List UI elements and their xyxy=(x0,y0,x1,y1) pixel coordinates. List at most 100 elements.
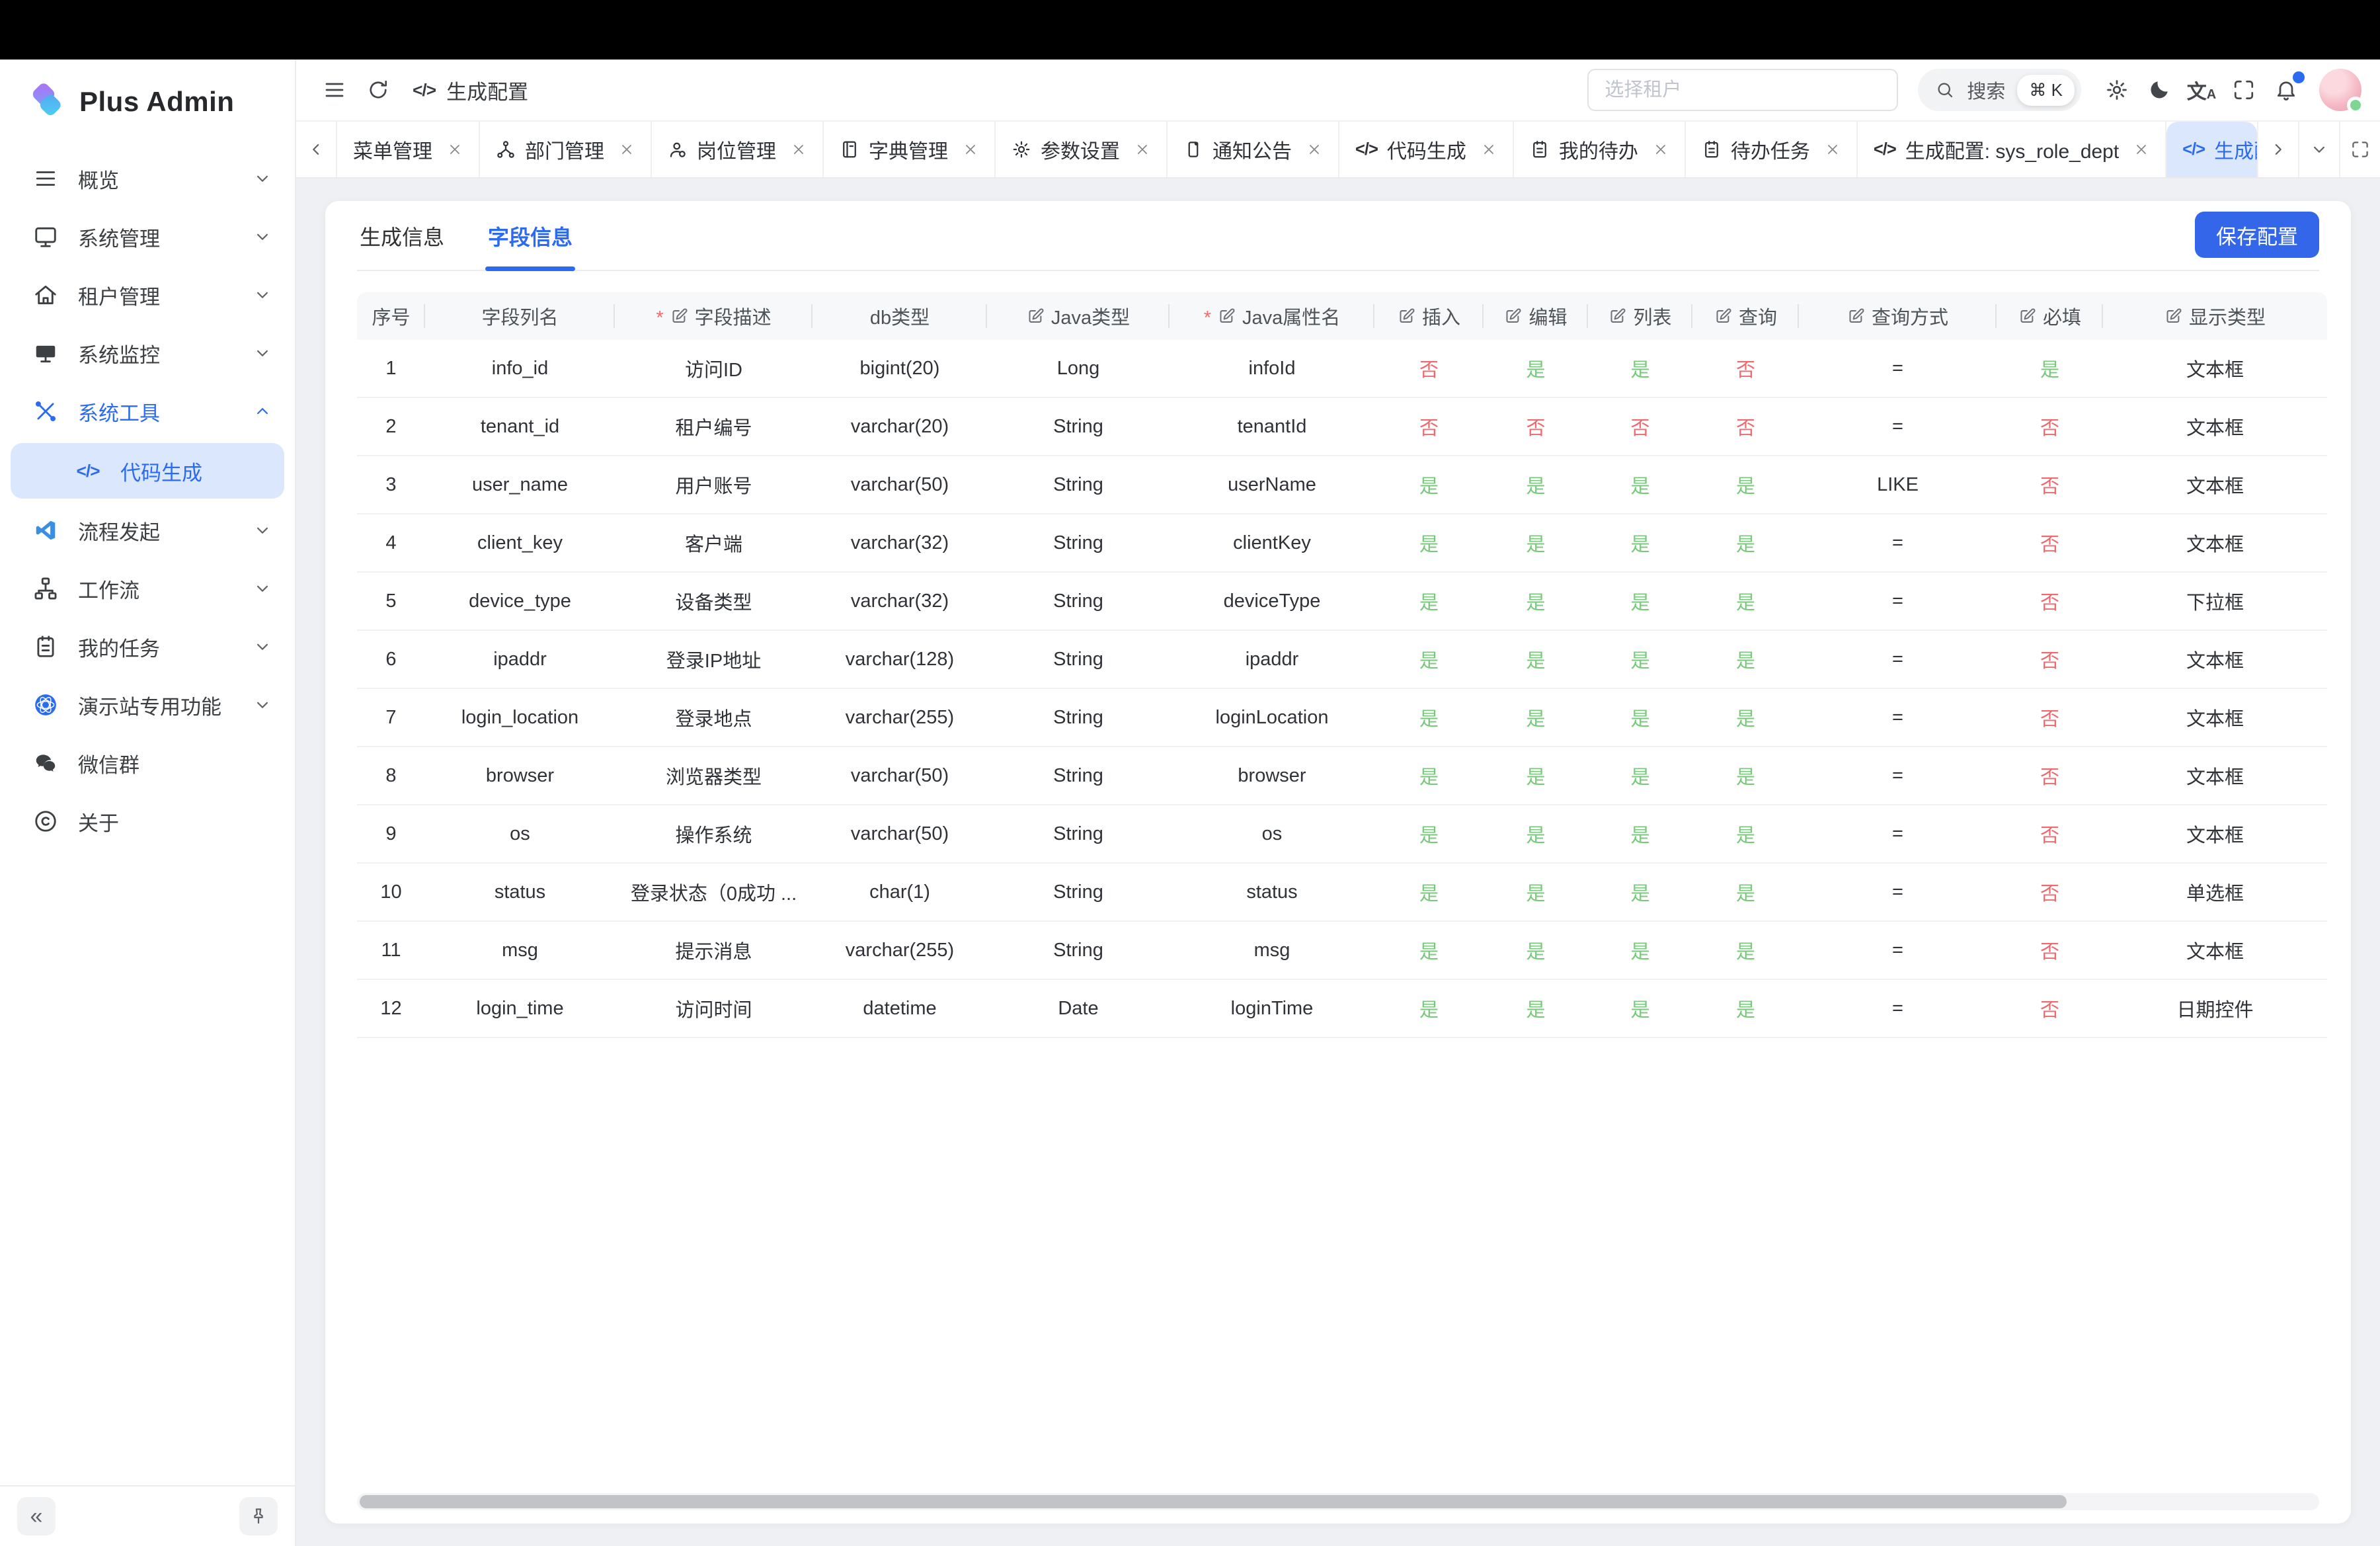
sidebar-item-4[interactable]: 系统工具 xyxy=(0,382,295,440)
cell-java_type-row-9[interactable]: String xyxy=(987,805,1170,864)
cell-list-row-4[interactable]: 是 xyxy=(1588,514,1692,573)
cell-query-row-5[interactable]: 是 xyxy=(1692,573,1799,631)
cell-required-row-10[interactable]: 否 xyxy=(1997,864,2103,922)
cell-java_field-row-5[interactable]: deviceType xyxy=(1170,573,1374,631)
cell-query_type-row-9[interactable]: = xyxy=(1799,805,1997,864)
cell-java_type-row-8[interactable]: String xyxy=(987,747,1170,805)
cell-query-row-12[interactable]: 是 xyxy=(1692,980,1799,1038)
cell-java_field-row-10[interactable]: status xyxy=(1170,864,1374,922)
page-tab-1[interactable]: 部门管理 xyxy=(480,122,652,177)
cell-display_type-row-12[interactable]: 日期控件 xyxy=(2103,980,2327,1038)
cell-java_type-row-4[interactable]: String xyxy=(987,514,1170,573)
cell-description-row-11[interactable]: 提示消息 xyxy=(615,922,813,980)
cell-description-row-2[interactable]: 租户编号 xyxy=(615,398,813,456)
cell-required-row-7[interactable]: 否 xyxy=(1997,689,2103,747)
cell-query_type-row-8[interactable]: = xyxy=(1799,747,1997,805)
cell-display_type-row-11[interactable]: 文本框 xyxy=(2103,922,2327,980)
cell-insert-row-9[interactable]: 是 xyxy=(1374,805,1484,864)
cell-java_field-row-4[interactable]: clientKey xyxy=(1170,514,1374,573)
cell-edit-row-12[interactable]: 是 xyxy=(1484,980,1588,1038)
tabs-scroll-right-button[interactable] xyxy=(2257,122,2298,177)
tabs-scroll-left-button[interactable] xyxy=(296,122,337,177)
column-header-description[interactable]: *字段描述 xyxy=(615,292,813,340)
cell-edit-row-11[interactable]: 是 xyxy=(1484,922,1588,980)
tabs-dropdown-button[interactable] xyxy=(2298,122,2339,177)
cell-java_type-row-7[interactable]: String xyxy=(987,689,1170,747)
cell-java_type-row-3[interactable]: String xyxy=(987,456,1170,514)
cell-display_type-row-2[interactable]: 文本框 xyxy=(2103,398,2327,456)
cell-edit-row-6[interactable]: 是 xyxy=(1484,631,1588,689)
cell-query-row-9[interactable]: 是 xyxy=(1692,805,1799,864)
page-tab-6[interactable]: </>代码生成 xyxy=(1339,122,1514,177)
cell-java_type-row-10[interactable]: String xyxy=(987,864,1170,922)
cell-insert-row-6[interactable]: 是 xyxy=(1374,631,1484,689)
cell-edit-row-8[interactable]: 是 xyxy=(1484,747,1588,805)
cell-java_field-row-8[interactable]: browser xyxy=(1170,747,1374,805)
cell-required-row-1[interactable]: 是 xyxy=(1997,340,2103,398)
cell-description-row-4[interactable]: 客户端 xyxy=(615,514,813,573)
cell-java_type-row-6[interactable]: String xyxy=(987,631,1170,689)
cell-description-row-5[interactable]: 设备类型 xyxy=(615,573,813,631)
cell-display_type-row-7[interactable]: 文本框 xyxy=(2103,689,2327,747)
cell-required-row-6[interactable]: 否 xyxy=(1997,631,2103,689)
cell-list-row-10[interactable]: 是 xyxy=(1588,864,1692,922)
cell-java_type-row-2[interactable]: String xyxy=(987,398,1170,456)
cell-list-row-9[interactable]: 是 xyxy=(1588,805,1692,864)
language-button[interactable]: 文A xyxy=(2183,71,2220,108)
cell-insert-row-7[interactable]: 是 xyxy=(1374,689,1484,747)
close-icon[interactable] xyxy=(1481,142,1497,157)
cell-description-row-10[interactable]: 登录状态（0成功 ... xyxy=(615,864,813,922)
cell-insert-row-3[interactable]: 是 xyxy=(1374,456,1484,514)
cell-java_field-row-6[interactable]: ipaddr xyxy=(1170,631,1374,689)
cell-insert-row-4[interactable]: 是 xyxy=(1374,514,1484,573)
cell-query-row-10[interactable]: 是 xyxy=(1692,864,1799,922)
sidebar-item-10[interactable]: 微信群 xyxy=(0,734,295,792)
cell-list-row-1[interactable]: 是 xyxy=(1588,340,1692,398)
cell-query-row-4[interactable]: 是 xyxy=(1692,514,1799,573)
cell-insert-row-11[interactable]: 是 xyxy=(1374,922,1484,980)
cell-list-row-3[interactable]: 是 xyxy=(1588,456,1692,514)
cell-insert-row-12[interactable]: 是 xyxy=(1374,980,1484,1038)
cell-query_type-row-5[interactable]: = xyxy=(1799,573,1997,631)
column-header-query_type[interactable]: 查询方式 xyxy=(1799,292,1997,340)
cell-edit-row-7[interactable]: 是 xyxy=(1484,689,1588,747)
close-icon[interactable] xyxy=(963,142,978,157)
cell-list-row-7[interactable]: 是 xyxy=(1588,689,1692,747)
close-icon[interactable] xyxy=(1653,142,1669,157)
cell-edit-row-3[interactable]: 是 xyxy=(1484,456,1588,514)
cell-java_field-row-3[interactable]: userName xyxy=(1170,456,1374,514)
cell-insert-row-1[interactable]: 否 xyxy=(1374,340,1484,398)
cell-edit-row-5[interactable]: 是 xyxy=(1484,573,1588,631)
cell-display_type-row-4[interactable]: 文本框 xyxy=(2103,514,2327,573)
cell-query_type-row-7[interactable]: = xyxy=(1799,689,1997,747)
close-icon[interactable] xyxy=(791,142,807,157)
cell-query-row-8[interactable]: 是 xyxy=(1692,747,1799,805)
cell-description-row-3[interactable]: 用户账号 xyxy=(615,456,813,514)
sidebar-toggle-button[interactable] xyxy=(316,71,353,108)
cell-edit-row-1[interactable]: 是 xyxy=(1484,340,1588,398)
cell-java_type-row-11[interactable]: String xyxy=(987,922,1170,980)
cell-query_type-row-6[interactable]: = xyxy=(1799,631,1997,689)
dark-mode-button[interactable] xyxy=(2141,71,2178,108)
column-header-java_type[interactable]: Java类型 xyxy=(987,292,1170,340)
cell-query_type-row-1[interactable]: = xyxy=(1799,340,1997,398)
horizontal-scrollbar-track[interactable] xyxy=(357,1493,2319,1510)
page-tab-3[interactable]: 字典管理 xyxy=(824,122,996,177)
cell-insert-row-5[interactable]: 是 xyxy=(1374,573,1484,631)
cell-query_type-row-4[interactable]: = xyxy=(1799,514,1997,573)
close-icon[interactable] xyxy=(1306,142,1322,157)
cell-description-row-1[interactable]: 访问ID xyxy=(615,340,813,398)
column-header-query[interactable]: 查询 xyxy=(1692,292,1799,340)
notifications-button[interactable] xyxy=(2268,71,2305,108)
cell-java_field-row-2[interactable]: tenantId xyxy=(1170,398,1374,456)
sidebar-item-sub-5[interactable]: </>代码生成 xyxy=(11,443,284,499)
cell-display_type-row-9[interactable]: 文本框 xyxy=(2103,805,2327,864)
avatar[interactable] xyxy=(2319,69,2361,111)
cell-java_type-row-12[interactable]: Date xyxy=(987,980,1170,1038)
cell-list-row-12[interactable]: 是 xyxy=(1588,980,1692,1038)
page-tab-2[interactable]: 岗位管理 xyxy=(652,122,824,177)
cell-query_type-row-11[interactable]: = xyxy=(1799,922,1997,980)
cell-list-row-11[interactable]: 是 xyxy=(1588,922,1692,980)
cell-list-row-5[interactable]: 是 xyxy=(1588,573,1692,631)
cell-required-row-8[interactable]: 否 xyxy=(1997,747,2103,805)
